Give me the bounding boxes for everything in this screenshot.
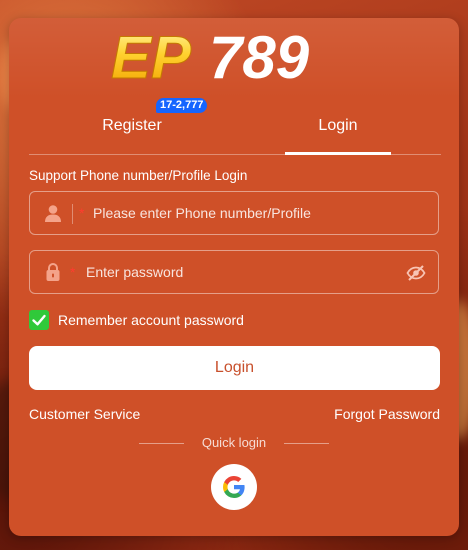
password-field: * — [29, 250, 439, 294]
checkmark-icon — [32, 314, 46, 326]
field-separator — [72, 204, 73, 224]
active-tab-indicator — [285, 152, 391, 155]
password-input[interactable] — [86, 251, 386, 293]
auth-tabs: Register 17-2,777 Login — [29, 98, 441, 155]
tab-register[interactable]: Register 17-2,777 — [29, 98, 235, 154]
register-badge: 17-2,777 — [156, 98, 208, 113]
phone-input[interactable] — [93, 192, 423, 234]
tab-login-label: Login — [318, 117, 358, 134]
eye-off-icon[interactable] — [406, 263, 426, 283]
required-mark: * — [79, 205, 85, 221]
divider-line — [284, 443, 329, 444]
tab-register-label: Register — [102, 117, 162, 134]
phone-field: * — [29, 191, 439, 235]
brand-logo: EP 789 — [111, 24, 310, 90]
google-icon — [223, 476, 245, 498]
lock-icon — [46, 263, 60, 281]
logo-ep-text: EP — [111, 24, 192, 90]
quick-login-divider: Quick login — [139, 436, 329, 450]
support-text: Support Phone number/Profile Login — [29, 168, 248, 183]
tab-login[interactable]: Login — [235, 110, 441, 155]
login-button[interactable]: Login — [29, 346, 440, 390]
forgot-password-link[interactable]: Forgot Password — [334, 406, 440, 422]
google-login-button[interactable] — [211, 464, 257, 510]
remember-label: Remember account password — [58, 312, 244, 328]
customer-service-link[interactable]: Customer Service — [29, 406, 140, 422]
user-icon — [45, 205, 61, 222]
remember-checkbox[interactable] — [29, 310, 49, 330]
login-card: EP 789 Register 17-2,777 Login Support P… — [9, 18, 459, 536]
required-mark: * — [70, 264, 76, 280]
logo-number-text: 789 — [209, 24, 310, 90]
